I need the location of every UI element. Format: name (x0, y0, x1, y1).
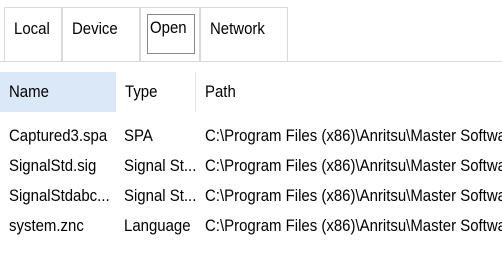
column-header-name-label: Name (9, 82, 49, 101)
row-path-text: C:\Program Files (x86)\Anritsu\Master So… (205, 156, 502, 175)
tab-device-label: Device (72, 19, 118, 38)
row-name-text: Captured3.spa (9, 126, 108, 145)
row-path: C:\Program Files (x86)\Anritsu\Master So… (205, 181, 502, 211)
column-header-path-label: Path (205, 82, 236, 101)
tab-device[interactable]: Device (62, 7, 140, 61)
table-row[interactable]: system.znc Language C:\Program Files (x8… (0, 211, 502, 241)
row-name: SignalStdabc... (9, 181, 117, 211)
table-row[interactable]: Captured3.spa SPA C:\Program Files (x86)… (0, 121, 502, 151)
tab-open[interactable]: Open (140, 7, 200, 61)
row-name-text: system.znc (9, 216, 84, 235)
row-type-text: Signal St... (124, 186, 196, 205)
row-name-text: SignalStd.sig (9, 156, 97, 175)
row-name: SignalStd.sig (9, 151, 117, 181)
row-type-text: Language (124, 216, 191, 235)
row-path-text: C:\Program Files (x86)\Anritsu\Master So… (205, 126, 502, 145)
column-header-type[interactable]: Type (116, 72, 195, 112)
tab-network[interactable]: Network (200, 7, 288, 61)
row-type: SPA (124, 121, 196, 151)
row-type: Language (124, 211, 196, 241)
file-list-panel: Name Type Path Captured3.spa SPA C:\Prog… (0, 61, 502, 265)
row-name-text: SignalStdabc... (9, 186, 110, 205)
tab-network-label: Network (210, 19, 265, 38)
tab-local-label: Local (14, 19, 50, 38)
tab-local[interactable]: Local (4, 7, 62, 61)
tab-strip: Local Device Open Network (0, 0, 502, 61)
column-header-path[interactable]: Path (196, 72, 502, 112)
row-path-text: C:\Program Files (x86)\Anritsu\Master So… (205, 216, 502, 235)
row-type: Signal St... (124, 181, 196, 211)
row-type: Signal St... (124, 151, 196, 181)
row-name: system.znc (9, 211, 117, 241)
row-type-text: SPA (124, 126, 153, 145)
column-header-name[interactable]: Name (0, 72, 115, 112)
row-path: C:\Program Files (x86)\Anritsu\Master So… (205, 151, 502, 181)
column-header-type-label: Type (125, 82, 158, 101)
row-path: C:\Program Files (x86)\Anritsu\Master So… (205, 211, 502, 241)
table-row[interactable]: SignalStdabc... Signal St... C:\Program … (0, 181, 502, 211)
row-name: Captured3.spa (9, 121, 117, 151)
row-type-text: Signal St... (124, 156, 196, 175)
list-header: Name Type Path (0, 72, 502, 112)
row-path: C:\Program Files (x86)\Anritsu\Master So… (205, 121, 502, 151)
tab-open-label: Open (150, 18, 187, 37)
row-path-text: C:\Program Files (x86)\Anritsu\Master So… (205, 186, 502, 205)
table-row[interactable]: SignalStd.sig Signal St... C:\Program Fi… (0, 151, 502, 181)
